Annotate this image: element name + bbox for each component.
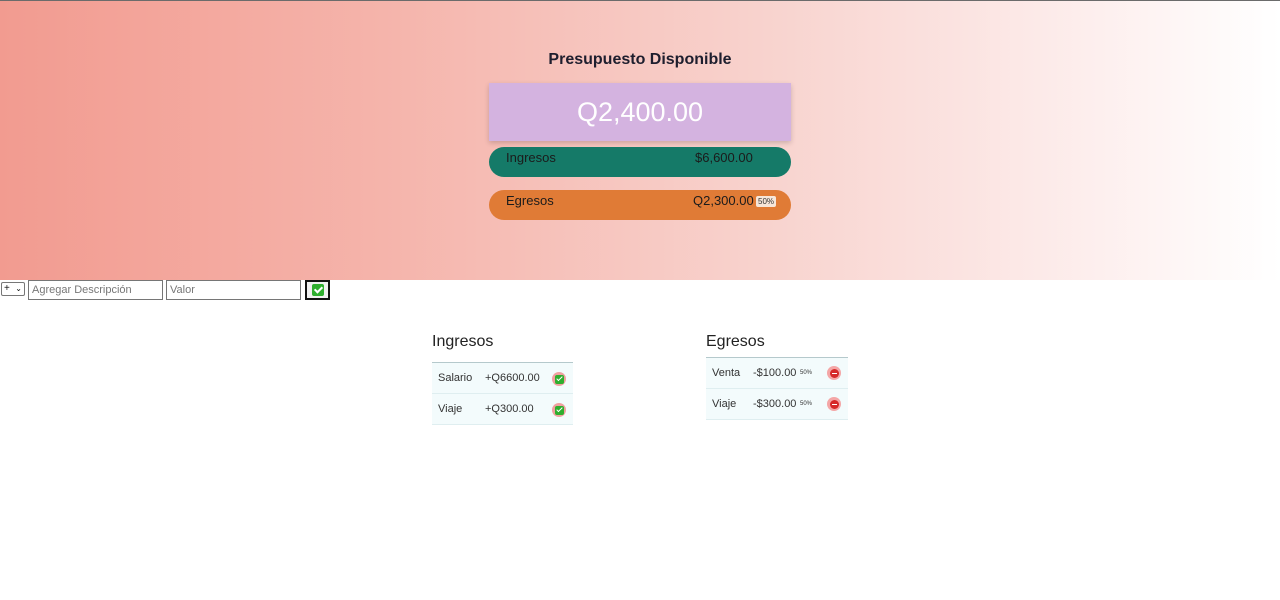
expense-row-value: -$300.00 — [753, 398, 797, 410]
check-icon — [554, 405, 564, 415]
expense-row-description: Viaje — [712, 398, 737, 410]
expense-row-percent: 50% — [800, 401, 813, 407]
income-row: Salario +Q6600.00 — [432, 363, 573, 394]
expense-summary-label: Egresos — [506, 193, 554, 208]
delete-expense-button[interactable] — [827, 366, 841, 380]
value-input[interactable] — [166, 280, 301, 300]
income-summary-label: Ingresos — [506, 150, 556, 165]
remove-icon — [829, 399, 839, 409]
income-row-value: +Q300.00 — [485, 403, 534, 415]
expense-row-percent: 50% — [800, 370, 813, 376]
expense-list-title: Egresos — [706, 333, 765, 350]
available-budget-card: Q2,400.00 — [489, 83, 791, 141]
expense-row-value: -$100.00 — [753, 367, 797, 379]
type-select[interactable]: + ⌄ — [1, 282, 25, 296]
add-entry-button[interactable] — [305, 280, 330, 300]
delete-expense-button[interactable] — [827, 397, 841, 411]
expense-list: Venta -$100.00 50% Viaje -$300.00 50% — [706, 357, 848, 420]
expense-percent-badge: 50% — [756, 196, 777, 207]
expense-summary-value: Q2,300.00 — [693, 193, 754, 208]
income-summary: Ingresos $6,600.00 — [489, 147, 791, 177]
income-row-action-button[interactable] — [552, 403, 566, 417]
expense-row-description: Venta — [712, 367, 741, 379]
expense-row: Viaje -$300.00 50% — [706, 389, 848, 420]
income-row-description: Viaje — [438, 403, 463, 415]
expense-summary: Egresos Q2,300.00 50% — [489, 190, 791, 220]
income-row: Viaje +Q300.00 — [432, 394, 573, 425]
income-row-action-button[interactable] — [552, 372, 566, 386]
budget-header: Presupuesto Disponible Q2,400.00 Ingreso… — [0, 1, 1280, 280]
budget-title: Presupuesto Disponible — [548, 51, 732, 68]
income-list-title: Ingresos — [432, 333, 494, 350]
income-row-value: +Q6600.00 — [485, 372, 540, 384]
income-list: Salario +Q6600.00 Viaje +Q300.00 — [432, 362, 573, 425]
remove-icon — [829, 368, 839, 378]
description-input[interactable] — [28, 280, 163, 300]
check-icon — [554, 374, 564, 384]
check-icon — [311, 284, 324, 296]
chevron-down-icon: ⌄ — [15, 284, 22, 293]
type-select-value: + — [4, 283, 10, 294]
expense-row: Venta -$100.00 50% — [706, 358, 848, 389]
income-summary-value: $6,600.00 — [695, 150, 753, 165]
available-budget-value: Q2,400.00 — [576, 96, 704, 127]
income-row-description: Salario — [438, 372, 473, 384]
